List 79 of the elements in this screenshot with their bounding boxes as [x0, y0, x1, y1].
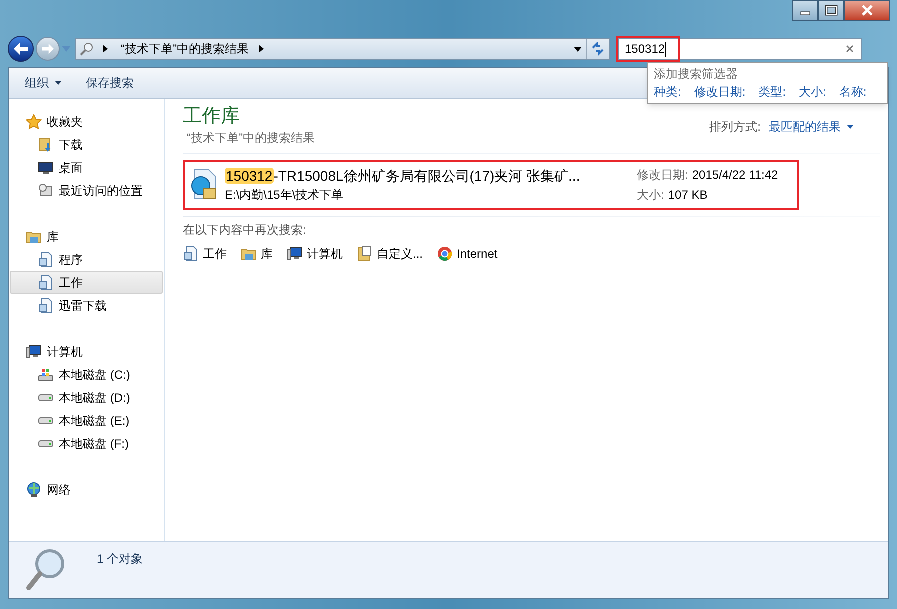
date-value: 2015/4/22 11:42 [692, 167, 778, 184]
filter-link[interactable]: 类型: [758, 83, 786, 101]
filter-link[interactable]: 种类: [654, 83, 682, 101]
maximize-button[interactable] [818, 0, 844, 21]
file-path: E:\内勤\15年\技术下单 [225, 187, 345, 204]
network-globe-icon [26, 482, 42, 498]
sidebar-group-header[interactable]: 库 [9, 225, 164, 248]
drive-icon [38, 440, 54, 448]
close-icon [861, 4, 873, 16]
document-library-icon [38, 298, 54, 314]
address-bar[interactable]: “技术下单”中的搜索结果 [75, 38, 610, 60]
file-name[interactable]: 150312-TR15008L徐州矿务局有限公司(17)夹河 张集矿... [225, 166, 625, 186]
sidebar-item[interactable]: 工作 [10, 271, 163, 294]
sidebar-item[interactable]: 最近访问的位置 [10, 179, 163, 202]
sidebar-group-header[interactable]: 计算机 [9, 340, 164, 363]
size-value: 107 KB [668, 187, 708, 204]
suggestions-title: 添加搜索筛选器 [654, 66, 739, 83]
filter-link[interactable]: 修改日期: [694, 83, 746, 101]
sidebar-group-header[interactable]: 网络 [9, 478, 164, 501]
sort-label: 排列方式: [710, 119, 761, 136]
library-title: 工作库 [183, 105, 241, 129]
chevron-right-icon [259, 45, 264, 53]
clear-icon[interactable] [846, 45, 854, 53]
sidebar-item[interactable]: 下载 [10, 133, 163, 156]
computer-icon [26, 344, 42, 360]
search-location-link[interactable]: 自定义... [357, 245, 424, 263]
search-location-link[interactable]: 工作 [183, 245, 227, 263]
caret-icon [847, 125, 854, 129]
star-icon [26, 114, 42, 130]
toolbar-button[interactable]: 保存搜索 [76, 71, 144, 95]
close-button[interactable] [844, 0, 890, 21]
refresh-icon [592, 42, 604, 56]
sidebar-item[interactable]: 本地磁盘 (E:) [10, 409, 163, 432]
sort-dropdown[interactable]: 最匹配的结果 [769, 118, 854, 136]
maximize-icon [824, 5, 838, 16]
search-result-item[interactable]: 150312-TR15008L徐州矿务局有限公司(17)夹河 张集矿... E:\内勤\15年\技术下单 修改日期: 2015/4/22 11:42 大小: 107 KB [183, 160, 799, 210]
dropdown-arrow-icon[interactable] [574, 46, 582, 52]
chevron-right-icon [103, 45, 108, 53]
search-location-link[interactable]: 计算机 [287, 245, 343, 263]
filter-link[interactable]: 大小: [799, 83, 826, 101]
document-library-icon [38, 274, 54, 290]
search-location-link[interactable]: Internet [437, 245, 498, 263]
search-location-link[interactable]: 库 [241, 245, 273, 263]
chrome-logo-icon [437, 246, 454, 262]
size-label: 大小: [637, 187, 664, 204]
drive-icon [38, 394, 54, 402]
caret-icon [55, 81, 62, 85]
sidebar-item[interactable]: 本地磁盘 (D:) [10, 386, 163, 409]
filter-link[interactable]: 名称: [839, 83, 867, 101]
back-button[interactable] [8, 36, 34, 62]
toolbar-button[interactable]: 组织 [15, 71, 72, 95]
search-field[interactable]: 150312 [618, 38, 862, 60]
arrow-left-icon [14, 43, 28, 55]
item-count: 1 个对象 [97, 551, 144, 568]
system-drive-icon [38, 366, 54, 382]
folder-document-icon [357, 246, 373, 262]
minimize-button[interactable] [792, 0, 818, 21]
monitor-icon [38, 160, 54, 176]
document-library-icon [183, 246, 199, 262]
sidebar-group-header[interactable]: 收藏夹 [9, 110, 164, 133]
computer-icon [287, 246, 303, 262]
caret-icon [62, 46, 71, 52]
minimize-icon [800, 12, 810, 16]
search-icon [80, 42, 94, 56]
sidebar-item[interactable]: 桌面 [10, 156, 163, 179]
sidebar-item[interactable]: 迅雷下载 [10, 294, 163, 317]
breadcrumb-item[interactable]: “技术下单”中的搜索结果 [121, 40, 249, 58]
sidebar-item[interactable]: 程序 [10, 248, 163, 271]
search-again-label: 在以下内容中再次搜索: [183, 222, 308, 239]
recent-places-icon [38, 182, 54, 198]
folder-download-icon [38, 136, 54, 152]
search-subtitle: “技术下单”中的搜索结果 [186, 130, 315, 147]
locked-document-icon [189, 169, 219, 201]
sidebar-item[interactable]: 本地磁盘 (C:) [10, 363, 163, 386]
date-label: 修改日期: [637, 167, 688, 184]
sidebar-item[interactable]: 本地磁盘 (F:) [10, 432, 163, 455]
arrow-right-icon [42, 44, 54, 54]
drive-icon [38, 416, 54, 424]
document-library-icon [38, 252, 54, 268]
